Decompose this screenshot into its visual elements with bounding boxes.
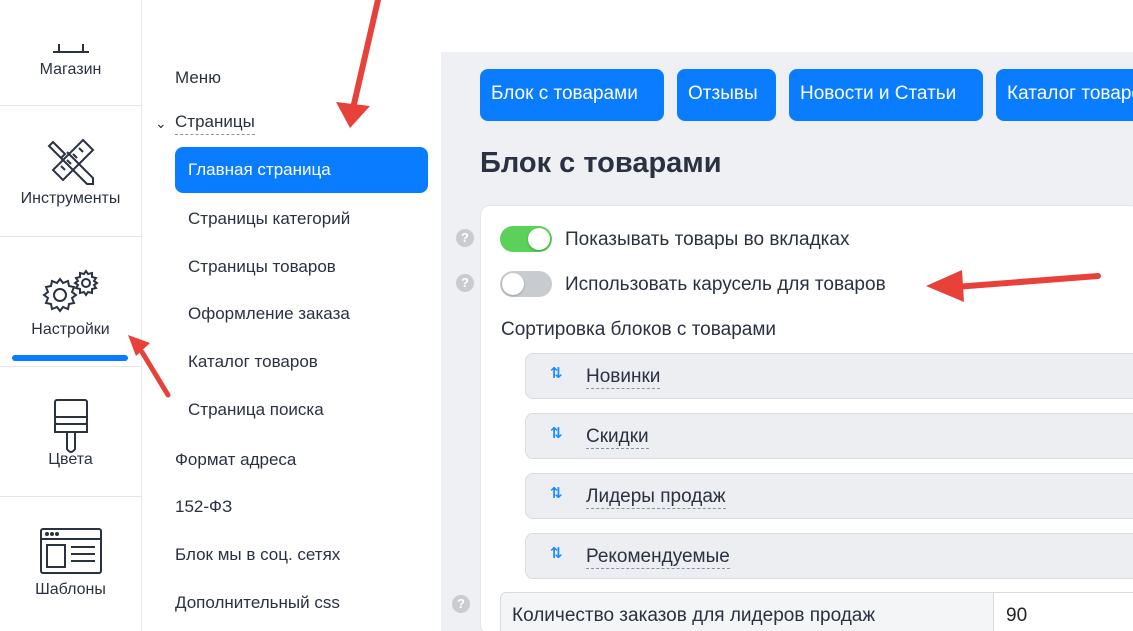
shop-icon — [52, 44, 89, 53]
sort-item-recommended[interactable]: ⇅ Рекомендуемые — [525, 533, 1133, 579]
page-title: Блок с товарами — [480, 147, 722, 179]
sort-handle-icon[interactable]: ⇅ — [550, 484, 563, 502]
subnav-item-social[interactable]: Блок мы в соц. сетях — [175, 545, 340, 565]
tools-icon — [47, 138, 94, 185]
sort-item-discounts[interactable]: ⇅ Скидки — [525, 413, 1133, 459]
gears-icon — [41, 269, 99, 313]
sort-item-label: Лидеры продаж — [586, 486, 726, 509]
rail-label-settings: Настройки — [31, 321, 110, 338]
settings-subnav: Меню ⌄ Страницы Главная страница Страниц… — [142, 0, 440, 631]
sort-handle-icon[interactable]: ⇅ — [550, 364, 563, 382]
rail-item-colors[interactable]: Цвета — [0, 367, 141, 497]
subnav-item-product-pages[interactable]: Страницы товаров — [188, 257, 336, 277]
rail-item-templates[interactable]: Шаблоны — [0, 497, 141, 631]
bestseller-orders-label: Количество заказов для лидеров продаж — [512, 605, 876, 626]
tab-reviews[interactable]: Отзывы — [677, 69, 776, 121]
subnav-item-152fz[interactable]: 152-ФЗ — [175, 497, 232, 517]
sort-item-bestsellers[interactable]: ⇅ Лидеры продаж — [525, 473, 1133, 519]
bestseller-orders-row: Количество заказов для лидеров продаж 90 — [500, 592, 1133, 631]
subnav-item-checkout[interactable]: Оформление заказа — [188, 304, 350, 324]
subnav-item-catalog[interactable]: Каталог товаров — [188, 352, 318, 372]
help-icon[interactable]: ? — [456, 229, 474, 247]
sort-item-label: Скидки — [586, 426, 649, 449]
sort-section-label: Сортировка блоков с товарами — [501, 319, 777, 340]
tab-news-articles[interactable]: Новости и Статьи — [789, 69, 983, 121]
sort-handle-icon[interactable]: ⇅ — [550, 424, 563, 442]
sort-handle-icon[interactable]: ⇅ — [550, 544, 563, 562]
main-content: Блок с товарами Отзывы Новости и Статьи … — [441, 52, 1133, 631]
sort-item-label: Рекомендуемые — [586, 546, 730, 569]
subnav-item-menu[interactable]: Меню — [175, 68, 221, 88]
subnav-item-pages[interactable]: Страницы — [175, 112, 255, 135]
rail-item-shop[interactable]: Магазин — [0, 0, 141, 106]
chevron-down-icon[interactable]: ⌄ — [155, 115, 167, 132]
sort-item-new[interactable]: ⇅ Новинки — [525, 353, 1133, 399]
subnav-item-home-page-label: Главная страница — [188, 160, 331, 179]
rail-label-colors: Цвета — [48, 451, 93, 468]
help-icon[interactable]: ? — [456, 274, 474, 292]
bestseller-orders-input[interactable]: 90 — [993, 592, 1133, 631]
toggle-show-tabs[interactable] — [500, 226, 552, 252]
rail-item-settings[interactable]: Настройки — [0, 237, 141, 367]
icon-rail: Магазин Инструменты Настройки Цвета Шабл… — [0, 0, 142, 631]
tab-catalog[interactable]: Каталог товаров — [996, 69, 1133, 121]
tab-products-block[interactable]: Блок с товарами — [480, 69, 664, 121]
help-icon[interactable]: ? — [452, 595, 470, 613]
subnav-item-css[interactable]: Дополнительный css — [175, 593, 340, 613]
subnav-item-home-page[interactable]: Главная страница — [175, 147, 428, 193]
subnav-item-category-pages[interactable]: Страницы категорий — [188, 209, 350, 229]
template-icon — [39, 528, 102, 574]
paint-brush-icon — [53, 399, 88, 453]
toggle-carousel[interactable] — [500, 271, 552, 297]
subnav-item-search-page[interactable]: Страница поиска — [188, 400, 324, 420]
rail-label-tools: Инструменты — [20, 190, 121, 207]
subnav-item-address-format[interactable]: Формат адреса — [175, 450, 296, 470]
option-label-show-tabs: Показывать товары во вкладках — [565, 229, 850, 250]
rail-label-shop: Магазин — [39, 61, 102, 78]
sort-item-label: Новинки — [586, 366, 661, 389]
option-label-carousel: Использовать карусель для товаров — [565, 274, 886, 295]
rail-label-templates: Шаблоны — [35, 581, 106, 598]
rail-item-tools[interactable]: Инструменты — [0, 106, 141, 237]
active-indicator — [12, 355, 128, 361]
